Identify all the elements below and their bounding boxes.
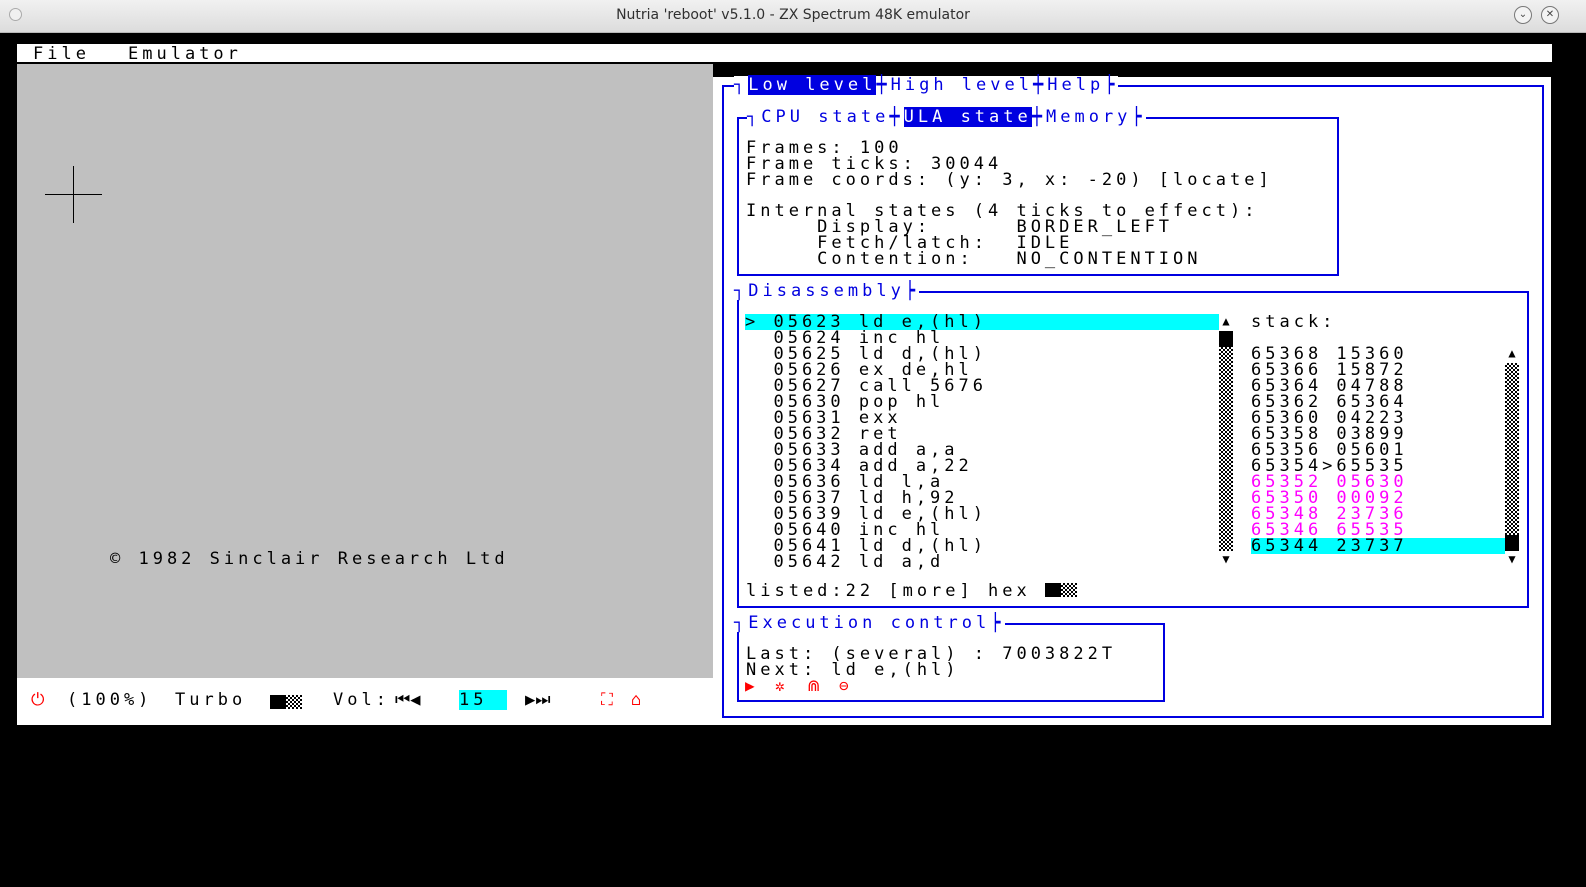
disassembly-title: ┐Disassembly┝ [734,281,920,301]
scroll-track[interactable] [1219,347,1233,551]
ula-contention: Contention: NO_CONTENTION [746,249,1202,269]
stack-scrollbar[interactable]: ▲ ▼ [1505,347,1519,567]
run-icon[interactable]: ▶ [745,676,755,695]
power-icon[interactable]: ⏻ [31,690,48,710]
stop-icon[interactable]: ⊖ [839,676,849,695]
disassembly-footer: listed:22 [more] hex [746,581,1077,601]
scroll-thumb[interactable] [1505,535,1519,551]
joystick-icon[interactable]: ⛶ [601,690,617,710]
ula-frame-coords[interactable]: Frame coords: (y: 3, x: -20) [locate] [746,172,1273,189]
window-titlebar: Nutria 'reboot' v5.1.0 - ZX Spectrum 48K… [0,0,1586,33]
close-icon[interactable]: ✕ [1541,6,1559,24]
disasm-row[interactable]: 05642 ld a,d [745,554,944,571]
volume-down-icon[interactable]: ⏮◀ [395,690,421,710]
tab-cpu-state[interactable]: CPU state [761,107,889,127]
volume-value[interactable]: 15 [459,690,507,710]
scroll-track[interactable] [1505,363,1519,535]
zoom-level[interactable]: (100%) [67,690,152,710]
disassembly-scrollbar[interactable]: ▲ ▼ [1219,315,1233,567]
tab-memory[interactable]: Memory [1046,107,1131,127]
disassembly-footer-text[interactable]: listed:22 [more] hex [746,581,1031,601]
minimize-icon[interactable]: ⌄ [1514,6,1532,24]
spectrum-screen[interactable]: © 1982 Sinclair Research Ltd [17,64,713,678]
tab-ula-state[interactable]: ULA state [903,107,1032,127]
step-into-icon[interactable]: ✲ [775,676,785,695]
stack-row-selected[interactable]: 65344 23737 [1251,538,1505,555]
main-tabs: ┐Low level┿High level┿Help┝ [734,75,1119,95]
sub-tabs: ┐CPU state┿ULA state┿Memory┝ [747,107,1146,127]
tape-icon[interactable]: ⌂ [631,690,645,710]
crosshair-icon-vertical [73,166,74,223]
tab-high-level[interactable]: High level [891,75,1033,95]
step-over-icon[interactable]: ⋒ [807,676,820,695]
statusbar: ⏻ (100%) Turbo Vol: ⏮◀ 15 ▶⏭ ⛶ ⌂ [17,678,713,725]
menu-emulator[interactable]: Emulator [128,44,242,64]
tab-low-level[interactable]: Low level [748,75,877,95]
tab-help[interactable]: Help [1047,75,1104,95]
volume-up-icon[interactable]: ▶⏭ [525,690,551,710]
scroll-up-icon[interactable]: ▲ [1219,315,1233,327]
turbo-toggle[interactable] [270,693,302,713]
scroll-down-icon[interactable]: ▼ [1219,553,1233,565]
menubar: File Emulator [17,44,1552,64]
scroll-up-icon[interactable]: ▲ [1505,347,1519,359]
copyright-text: © 1982 Sinclair Research Ltd [110,549,509,569]
stack-label: stack: [1251,312,1337,332]
window-title: Nutria 'reboot' v5.1.0 - ZX Spectrum 48K… [616,7,970,23]
volume-label: Vol: [333,690,390,710]
scroll-down-icon[interactable]: ▼ [1505,553,1519,565]
execution-control-title: ┐Execution control┝ [734,613,1005,633]
hex-toggle[interactable] [1044,583,1077,597]
turbo-label: Turbo [175,690,247,710]
menu-file[interactable]: File [33,44,90,64]
scroll-thumb[interactable] [1219,331,1233,347]
